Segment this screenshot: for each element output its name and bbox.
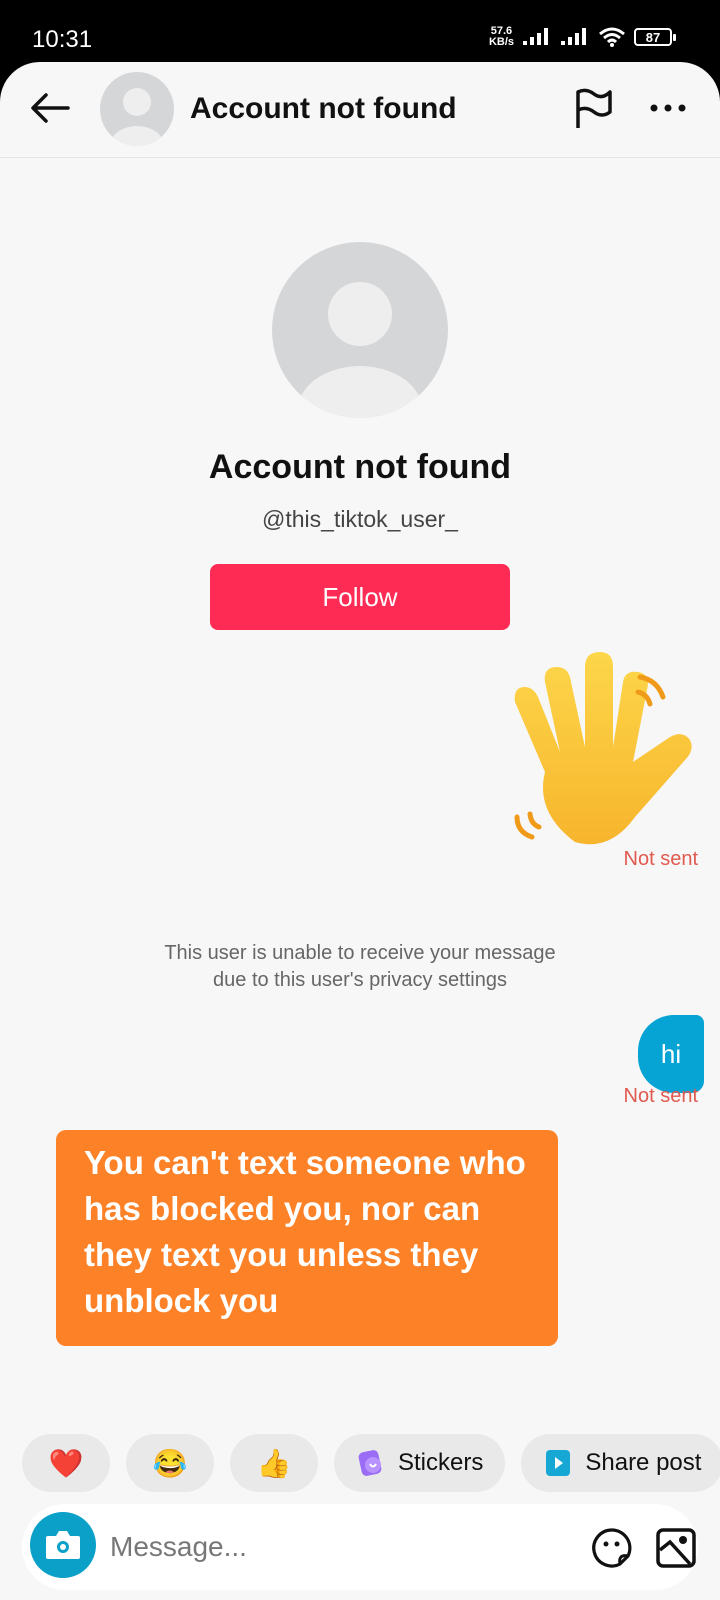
more-options-button[interactable] <box>646 88 690 132</box>
header-avatar[interactable] <box>100 72 174 146</box>
quick-reply-laugh[interactable]: 😂 <box>126 1434 214 1492</box>
profile-name: Account not found <box>208 448 512 486</box>
share-post-label: Share post <box>585 1449 702 1476</box>
flag-icon <box>576 88 612 128</box>
default-avatar-icon <box>111 88 163 146</box>
signal-icon <box>523 28 548 45</box>
gallery-button[interactable] <box>654 1526 698 1570</box>
image-icon <box>656 1528 696 1568</box>
network-speed: 57.6 KB/s <box>488 25 514 48</box>
camera-icon <box>46 1531 80 1559</box>
chat-header: Account not found <box>0 62 720 158</box>
not-sent-status: Not sent <box>623 848 698 870</box>
report-button[interactable] <box>572 86 616 130</box>
privacy-system-message: This user is unable to receive your mess… <box>164 942 556 991</box>
profile-handle: @this_tiktok_user_ <box>262 506 458 532</box>
quick-reply-heart[interactable]: ❤️ <box>22 1434 110 1492</box>
not-sent-status: Not sent <box>623 1085 698 1107</box>
status-indicators: 57.6 KB/s 87 <box>488 25 676 48</box>
waving-hand-icon <box>514 652 692 845</box>
follow-button[interactable]: Follow <box>210 564 510 630</box>
share-post-button[interactable]: Share post <box>521 1434 720 1492</box>
stickers-icon <box>358 1450 382 1476</box>
quick-reply-row: ❤️ 😂 👍 Stickers Share post <box>22 1434 720 1492</box>
heart-icon: ❤️ <box>48 1447 84 1479</box>
chat-screen: Account not found Account not found @thi… <box>0 62 720 1600</box>
emoji-sticker-button[interactable] <box>590 1526 634 1570</box>
camera-button[interactable] <box>30 1512 96 1578</box>
back-arrow-icon <box>31 93 70 123</box>
header-title: Account not found <box>190 92 457 125</box>
default-avatar-icon <box>298 282 422 418</box>
thumbs-up-icon: 👍 <box>256 1447 292 1479</box>
laughing-icon: 😂 <box>152 1447 188 1479</box>
sticker-face-icon <box>592 1528 632 1568</box>
stickers-button[interactable]: Stickers <box>334 1434 506 1492</box>
profile-avatar[interactable] <box>272 242 448 418</box>
signal-icon-2 <box>561 28 586 45</box>
stickers-label: Stickers <box>398 1449 484 1476</box>
back-button[interactable] <box>28 86 72 130</box>
battery-indicator: 87 <box>634 28 676 46</box>
overlay-caption: You can't text someone who has blocked y… <box>56 1130 558 1346</box>
quick-reply-thumbs-up[interactable]: 👍 <box>230 1434 318 1492</box>
status-bar: 10:31 57.6 KB/s 87 <box>0 0 720 62</box>
status-time: 10:31 <box>32 26 93 53</box>
share-post-icon <box>546 1450 571 1476</box>
message-input[interactable] <box>110 1524 540 1570</box>
more-icon <box>650 104 686 112</box>
wifi-icon <box>599 27 625 47</box>
waving-hand-message[interactable] <box>505 642 705 852</box>
message-bubble[interactable]: hi <box>638 1015 704 1093</box>
message-composer <box>22 1504 698 1590</box>
